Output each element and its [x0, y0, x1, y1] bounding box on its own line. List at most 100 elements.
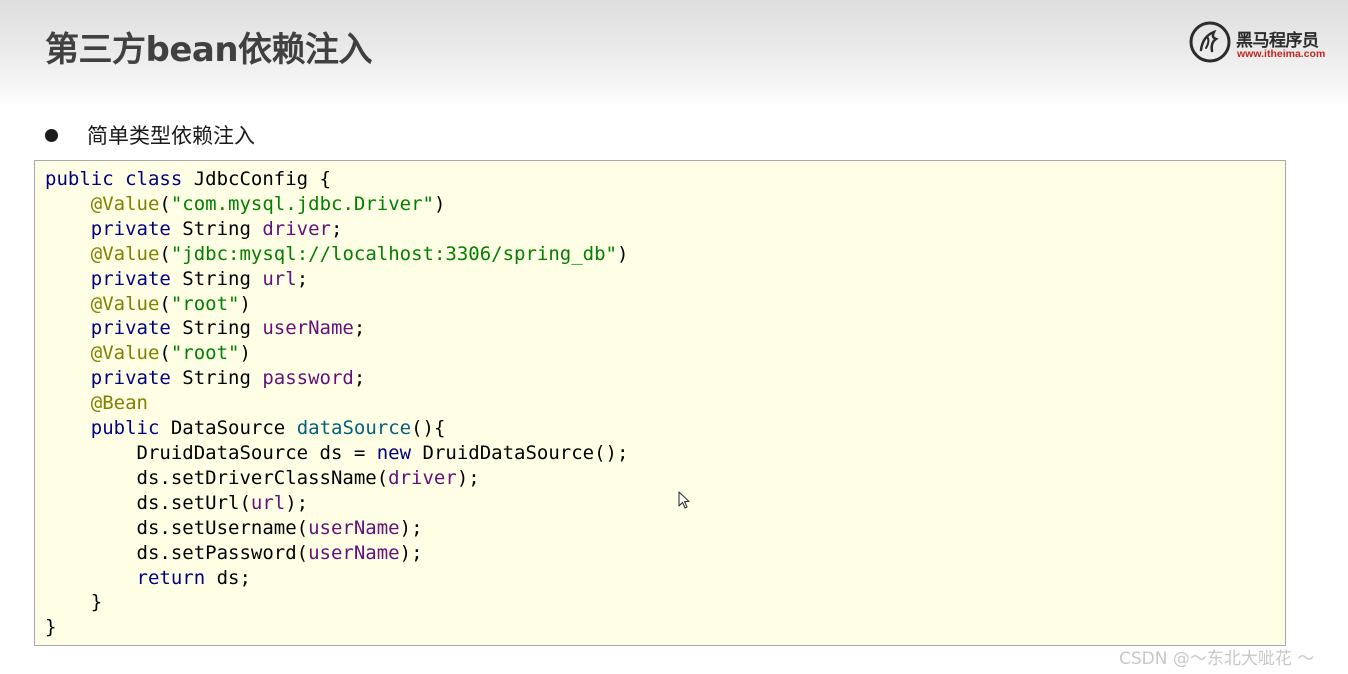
code-token: ds.setUsername( [45, 516, 309, 539]
code-token: ); [456, 466, 480, 489]
code-token: DataSource [170, 417, 297, 440]
code-token: userName [308, 516, 400, 539]
code-token: class [125, 168, 194, 190]
code-token: password [262, 367, 354, 390]
code-line: } [45, 591, 102, 613]
code-token: } [45, 591, 103, 614]
code-token: "root" [170, 342, 240, 365]
code-token: ) [239, 292, 251, 315]
code-block: public class JdbcConfig { @Value("com.my… [34, 160, 1286, 646]
code-line: public class JdbcConfig { [45, 168, 331, 190]
code-token: dataSource [296, 417, 412, 440]
code-token: ds.setDriverClassName( [45, 466, 389, 489]
slide: 第三方bean依赖注入 黑马程序员 www.itheima.com 简单类型依赖… [0, 0, 1348, 674]
code-token: url [250, 491, 286, 514]
code-token: userName [262, 317, 354, 340]
code-token: DruidDataSource(); [422, 441, 629, 464]
code-token: userName [308, 541, 400, 564]
code-line: @Value("root") [45, 342, 251, 364]
horse-logo-icon [1189, 21, 1231, 63]
code-listing: public class JdbcConfig { @Value("com.my… [45, 167, 628, 640]
bullet-text: 简单类型依赖注入 [87, 124, 255, 148]
code-token: url [262, 267, 297, 290]
code-token: ; [331, 217, 343, 240]
code-token: ( [159, 242, 171, 265]
code-token: String [182, 267, 263, 290]
code-line: ds.setUsername(userName); [45, 517, 423, 539]
code-token: DruidDataSource ds = [45, 441, 377, 464]
code-token: ) [433, 192, 446, 215]
slide-title: 第三方bean依赖注入 [45, 30, 373, 70]
code-line: private String password; [45, 367, 366, 390]
code-token: "com.mysql.jdbc.Driver" [170, 192, 434, 215]
mouse-pointer-icon [678, 491, 690, 509]
code-line: @Value("root") [45, 293, 251, 315]
code-token: ds; [216, 566, 251, 589]
code-token: public [45, 168, 126, 190]
code-line: private String driver; [45, 217, 343, 240]
code-token: String [182, 317, 263, 340]
code-token: ) [239, 342, 251, 365]
code-token: ); [285, 491, 309, 514]
code-token: ; [353, 367, 366, 390]
code-token: (){ [411, 417, 446, 440]
code-token: ) [616, 242, 629, 265]
bullet-item: 简单类型依赖注入 [45, 118, 255, 152]
code-token: ( [159, 342, 171, 365]
code-line: @Value("jdbc:mysql://localhost:3306/spri… [45, 242, 629, 265]
code-token: driver [388, 466, 457, 489]
code-line: } [45, 616, 56, 638]
code-token: @Value [90, 292, 160, 315]
code-line: public DataSource dataSource(){ [45, 417, 446, 440]
bullet-dot-icon [45, 128, 58, 142]
code-token: String [182, 217, 263, 240]
code-token: ds.setPassword( [45, 541, 309, 564]
code-token: "root" [170, 292, 240, 315]
code-token: @Value [90, 342, 160, 365]
code-token: "jdbc:mysql://localhost:3306/spring_db" [170, 242, 617, 265]
code-token: driver [262, 217, 331, 240]
code-line: ds.setPassword(userName); [45, 542, 423, 564]
code-token: private [90, 217, 183, 240]
code-token: ); [399, 541, 423, 564]
code-line: private String userName; [45, 317, 366, 340]
code-token: @Bean [90, 392, 148, 415]
code-token: @Value [90, 192, 160, 215]
code-line: @Value("com.mysql.jdbc.Driver") [45, 192, 446, 215]
code-token: ; [296, 267, 309, 290]
code-line: ds.setDriverClassName(driver); [45, 467, 480, 489]
code-token: ; [353, 317, 366, 340]
code-line: private String url; [45, 268, 308, 290]
code-token: public [90, 417, 171, 440]
code-token: private [90, 367, 183, 390]
code-token: ( [159, 192, 171, 215]
code-line: DruidDataSource ds = new DruidDataSource… [45, 441, 629, 464]
code-token: ds.setUrl( [45, 491, 251, 514]
code-token: ); [399, 516, 423, 539]
code-token: return [136, 566, 217, 589]
code-line: return ds; [45, 567, 251, 589]
code-token: private [90, 317, 183, 340]
code-line: ds.setUrl(url); [45, 491, 309, 514]
code-token: @Value [90, 242, 160, 265]
code-token: JdbcConfig { [193, 168, 331, 190]
code-token: } [45, 616, 57, 639]
code-line: @Bean [45, 392, 148, 414]
code-token: ( [159, 292, 171, 315]
itheima-logo: 黑马程序员 www.itheima.com [1188, 20, 1338, 64]
logo-url: www.itheima.com [1237, 48, 1326, 60]
code-token: new [376, 441, 423, 464]
code-token: private [90, 267, 183, 290]
code-token: String [182, 367, 263, 390]
